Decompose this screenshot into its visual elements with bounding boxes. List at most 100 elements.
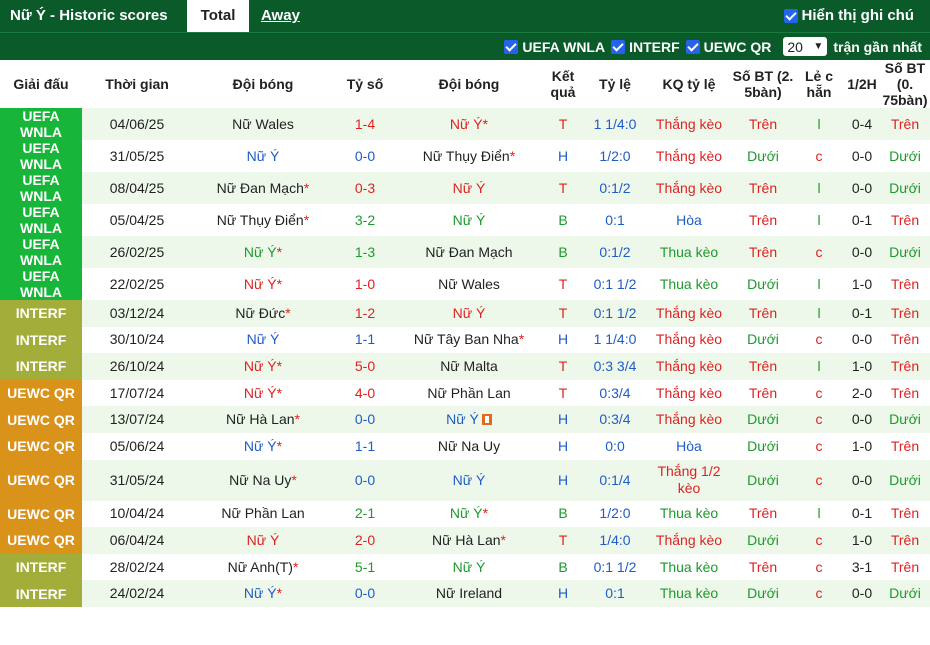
home-team-name[interactable]: Nữ Ý [244, 585, 277, 601]
filter-uewc-qr[interactable]: UEWC QR [685, 39, 771, 55]
away-team-name[interactable]: Nữ Ý [450, 116, 483, 132]
away-team[interactable]: Nữ Đan Mạch [396, 236, 542, 268]
away-team[interactable]: Nữ Ý [396, 459, 542, 501]
league-badge[interactable]: UEFA WNLA [0, 204, 82, 236]
filter-interf[interactable]: INTERF [611, 39, 680, 55]
away-team-name[interactable]: Nữ Tây Ban Nha [414, 331, 519, 347]
away-team-name[interactable]: Nữ Ireland [436, 585, 502, 601]
home-team[interactable]: Nữ Hà Lan* [192, 406, 334, 433]
away-team-name[interactable]: Nữ Ý [453, 559, 486, 575]
away-team-name[interactable]: Nữ Malta [440, 358, 498, 374]
away-team-name[interactable]: Nữ Thụy Điển [423, 148, 510, 164]
league-badge[interactable]: UEWC QR [0, 406, 82, 433]
league-badge[interactable]: INTERF [0, 326, 82, 354]
away-team[interactable]: Nữ Wales [396, 268, 542, 300]
league-badge[interactable]: UEFA WNLA [0, 108, 82, 140]
home-team[interactable]: Nữ Phần Lan [192, 500, 334, 528]
home-team-name[interactable]: Nữ Anh(T) [228, 559, 293, 575]
home-team-name[interactable]: Nữ Ý [244, 244, 277, 260]
league-badge[interactable]: UEWC QR [0, 432, 82, 460]
league-badge[interactable]: UEWC QR [0, 527, 82, 554]
home-team[interactable]: Nữ Ý* [192, 580, 334, 607]
league-badge[interactable]: INTERF [0, 553, 82, 581]
checkbox-icon[interactable] [783, 8, 798, 23]
home-team[interactable]: Nữ Wales [192, 108, 334, 140]
home-team[interactable]: Nữ Anh(T)* [192, 553, 334, 581]
away-team[interactable]: Nữ Phần Lan [396, 379, 542, 407]
home-team-name[interactable]: Nữ Ý [244, 358, 277, 374]
show-notes-toggle[interactable]: Hiển thị ghi chú [783, 7, 914, 24]
away-team[interactable]: Nữ Tây Ban Nha* [396, 326, 542, 354]
away-team[interactable]: Nữ Ý [396, 406, 542, 433]
league-badge[interactable]: INTERF [0, 580, 82, 607]
home-team-name[interactable]: Nữ Thụy Điển [217, 212, 304, 228]
away-team-name[interactable]: Nữ Na Uy [438, 438, 500, 454]
league-badge[interactable]: UEFA WNLA [0, 236, 82, 268]
match-date: 26/02/25 [82, 236, 192, 268]
away-team-name[interactable]: Nữ Ý [446, 411, 479, 427]
filter-uefa-wnla[interactable]: UEFA WNLA [504, 39, 605, 55]
checkbox-icon[interactable] [611, 39, 626, 54]
league-badge[interactable]: UEWC QR [0, 379, 82, 407]
checkbox-icon[interactable] [685, 39, 700, 54]
away-team[interactable]: Nữ Ý [396, 300, 542, 327]
away-team-name[interactable]: Nữ Ý [453, 305, 486, 321]
away-team-name[interactable]: Nữ Ý [453, 472, 486, 488]
home-team[interactable]: Nữ Ý [192, 527, 334, 554]
home-team-name[interactable]: Nữ Ý [247, 148, 280, 164]
home-team[interactable]: Nữ Ý* [192, 432, 334, 460]
home-team[interactable]: Nữ Ý* [192, 353, 334, 380]
away-team[interactable]: Nữ Na Uy [396, 432, 542, 460]
away-team-name[interactable]: Nữ Phần Lan [427, 385, 510, 401]
home-team-name[interactable]: Nữ Đức [235, 305, 285, 321]
away-team-name[interactable]: Nữ Đan Mạch [425, 244, 512, 260]
away-team[interactable]: Nữ Thụy Điển* [396, 140, 542, 172]
home-team[interactable]: Nữ Ý* [192, 236, 334, 268]
home-team[interactable]: Nữ Ý* [192, 379, 334, 407]
home-team-name[interactable]: Nữ Ý [247, 532, 280, 548]
home-team[interactable]: Nữ Đức* [192, 300, 334, 327]
home-team-name[interactable]: Nữ Phần Lan [221, 505, 304, 521]
col-result: Kết quả [542, 60, 584, 108]
home-team-name[interactable]: Nữ Wales [232, 116, 294, 132]
home-team-name[interactable]: Nữ Ý [244, 276, 277, 292]
home-team-name[interactable]: Nữ Ý [247, 331, 280, 347]
away-team[interactable]: Nữ Ireland [396, 580, 542, 607]
away-team[interactable]: Nữ Malta [396, 353, 542, 380]
away-team-name[interactable]: Nữ Ý [453, 180, 486, 196]
away-team-name[interactable]: Nữ Ý [453, 212, 486, 228]
away-team-name[interactable]: Nữ Hà Lan [432, 532, 501, 548]
home-team[interactable]: Nữ Đan Mạch* [192, 172, 334, 204]
league-badge[interactable]: UEFA WNLA [0, 172, 82, 204]
home-team-name[interactable]: Nữ Ý [244, 385, 277, 401]
league-badge[interactable]: UEWC QR [0, 500, 82, 528]
away-team[interactable]: Nữ Ý [396, 204, 542, 236]
home-team[interactable]: Nữ Thụy Điển* [192, 204, 334, 236]
home-team-name[interactable]: Nữ Ý [244, 438, 277, 454]
home-team[interactable]: Nữ Ý* [192, 268, 334, 300]
home-team[interactable]: Nữ Ý [192, 140, 334, 172]
league-badge[interactable]: UEWC QR [0, 459, 82, 501]
home-team-name[interactable]: Nữ Na Uy [229, 472, 291, 488]
tab-away[interactable]: Away [261, 0, 300, 32]
away-team-name[interactable]: Nữ Wales [438, 276, 500, 292]
away-team[interactable]: Nữ Ý* [396, 108, 542, 140]
odds-result: Thắng kèo [646, 172, 732, 204]
home-team-name[interactable]: Nữ Hà Lan [226, 411, 295, 427]
away-team[interactable]: Nữ Ý [396, 172, 542, 204]
league-badge[interactable]: UEFA WNLA [0, 268, 82, 300]
home-team[interactable]: Nữ Na Uy* [192, 459, 334, 501]
away-team-name[interactable]: Nữ Ý [450, 505, 483, 521]
away-team[interactable]: Nữ Hà Lan* [396, 527, 542, 554]
away-team[interactable]: Nữ Ý [396, 553, 542, 581]
tab-total[interactable]: Total [187, 0, 249, 32]
league-badge[interactable]: UEFA WNLA [0, 140, 82, 172]
checkbox-icon[interactable] [504, 39, 519, 54]
league-badge[interactable]: INTERF [0, 300, 82, 327]
table-row: INTERF 24/02/24 Nữ Ý* 0-0 Nữ Ireland H 0:1 Thua… [0, 580, 930, 607]
away-team[interactable]: Nữ Ý* [396, 500, 542, 528]
match-count-select[interactable]: 20 ▼ [783, 37, 828, 56]
home-team-name[interactable]: Nữ Đan Mạch [217, 180, 304, 196]
home-team[interactable]: Nữ Ý [192, 326, 334, 354]
league-badge[interactable]: INTERF [0, 353, 82, 380]
